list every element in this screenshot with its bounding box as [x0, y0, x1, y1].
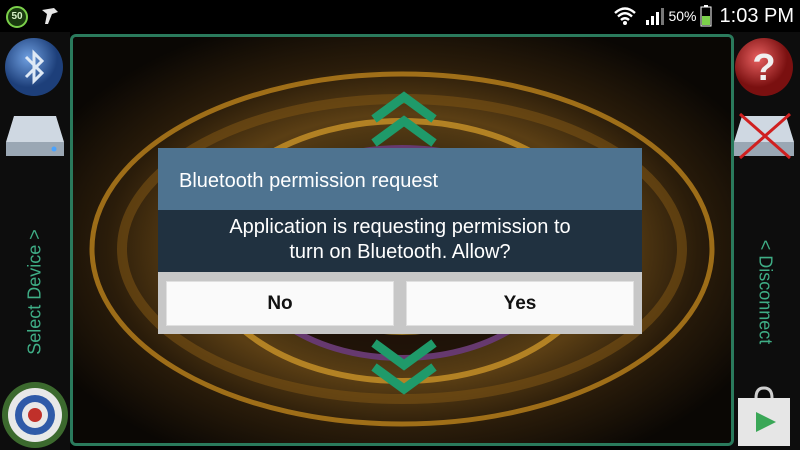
usb-debug-icon	[42, 8, 58, 24]
battery-percent: 50%	[668, 8, 697, 24]
battery-icon	[700, 5, 712, 27]
play-store-icon[interactable]	[732, 384, 796, 448]
no-button[interactable]: No	[166, 281, 394, 326]
dialog-message-line: Application is requesting permission to	[229, 216, 571, 238]
svg-text:?: ?	[752, 47, 775, 89]
chevron-up-icon[interactable]	[369, 89, 439, 149]
wifi-icon	[614, 7, 637, 25]
dialog-message: Application is requesting permission to …	[158, 210, 642, 272]
drive-icon[interactable]	[4, 112, 66, 160]
left-panel: Select Device >	[0, 32, 70, 450]
dialog-title: Bluetooth permission request	[158, 148, 642, 210]
dialog-message-line: turn on Bluetooth. Allow?	[289, 241, 511, 263]
select-device-label[interactable]: Select Device >	[0, 212, 70, 372]
right-panel: ? < Disconnect	[730, 32, 800, 450]
disconnect-label[interactable]: < Disconnect	[730, 212, 800, 372]
status-bar: 50 50% 1:03 PM	[0, 0, 800, 32]
signal-icon	[646, 8, 665, 25]
drive-disconnected-icon[interactable]	[732, 110, 796, 160]
clock: 1:03 PM	[719, 4, 794, 27]
notification-badge: 50	[6, 6, 28, 28]
chevron-down-icon[interactable]	[369, 335, 439, 397]
bluetooth-icon[interactable]	[2, 36, 66, 98]
help-icon[interactable]: ?	[732, 36, 796, 98]
yes-button[interactable]: Yes	[406, 281, 634, 326]
target-icon[interactable]	[0, 380, 70, 450]
